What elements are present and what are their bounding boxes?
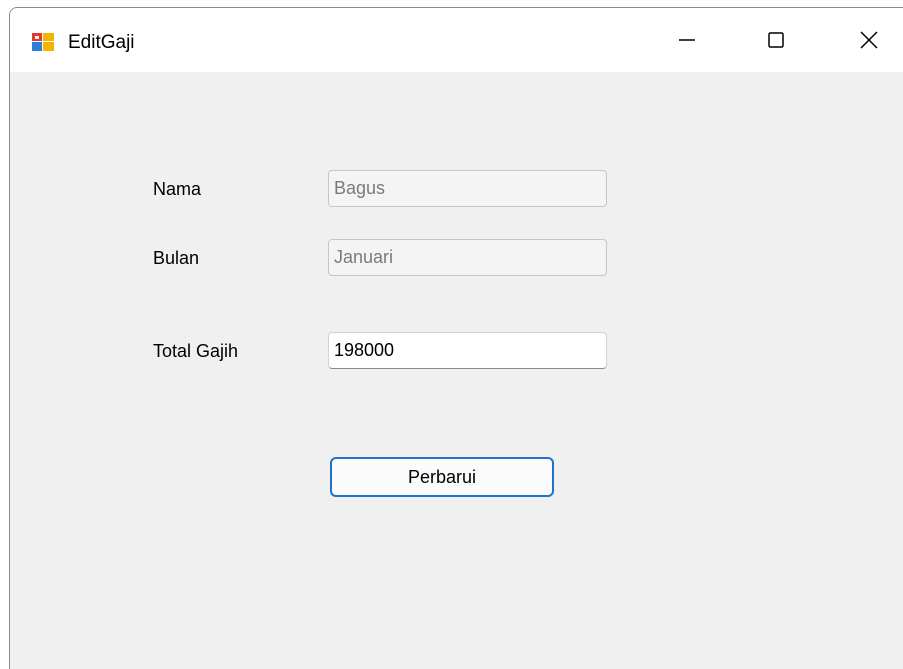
minimize-icon [677, 30, 697, 55]
app-form-icon [32, 33, 54, 51]
window-title: EditGaji [68, 32, 135, 53]
bulan-field[interactable]: Januari [328, 239, 607, 276]
perbarui-button[interactable]: Perbarui [330, 457, 554, 497]
total-gajih-label: Total Gajih [153, 341, 239, 361]
title-bar[interactable]: EditGaji [10, 8, 903, 72]
close-icon [859, 30, 879, 55]
total-gajih-field[interactable]: 198000 [328, 332, 607, 369]
nama-label: Nama [153, 179, 202, 199]
edit-gaji-window: EditGaji Nama Bagus Bulan Januari Total … [9, 7, 903, 669]
minimize-button[interactable] [664, 20, 710, 64]
bulan-label: Bulan [153, 248, 200, 268]
nama-field[interactable]: Bagus [328, 170, 607, 207]
maximize-icon [766, 30, 786, 55]
maximize-button[interactable] [753, 20, 799, 64]
close-button[interactable] [846, 20, 892, 64]
